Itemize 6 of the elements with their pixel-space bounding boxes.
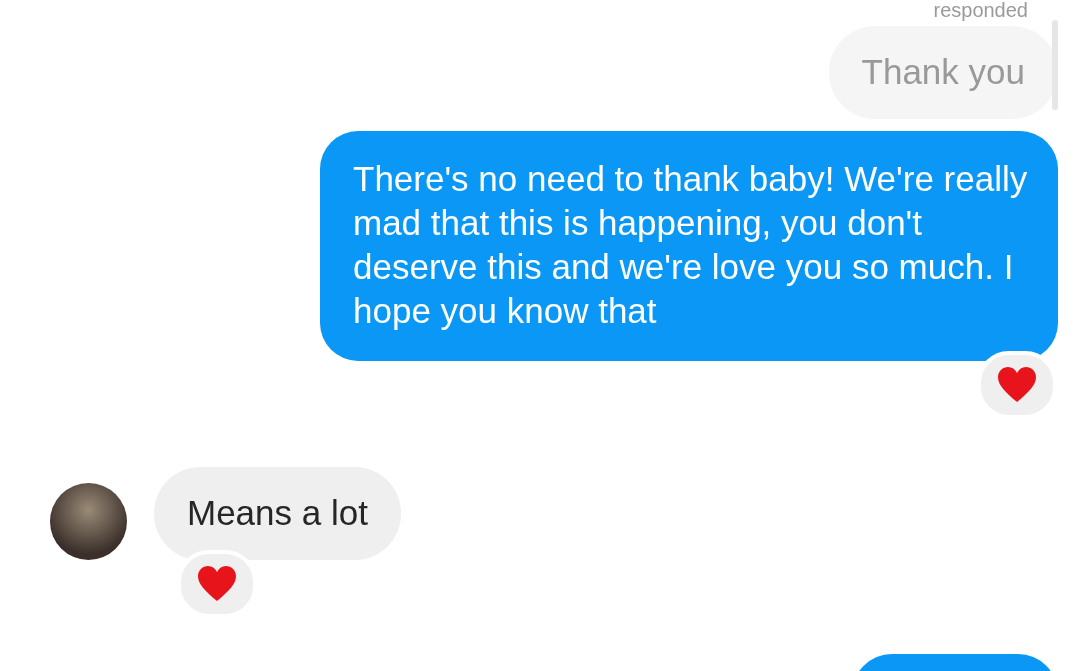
message-bubble: There's no need to thank baby! We're really mad that this is happening, you don't deserve this and we're love you so much. I hope you know that bbox=[320, 131, 1058, 361]
heart-icon bbox=[997, 367, 1037, 403]
scrollbar[interactable] bbox=[1052, 20, 1058, 110]
message-bubble: Means a lot bbox=[154, 467, 401, 560]
status-label: responded bbox=[933, 0, 1028, 20]
heart-icon bbox=[197, 566, 237, 602]
